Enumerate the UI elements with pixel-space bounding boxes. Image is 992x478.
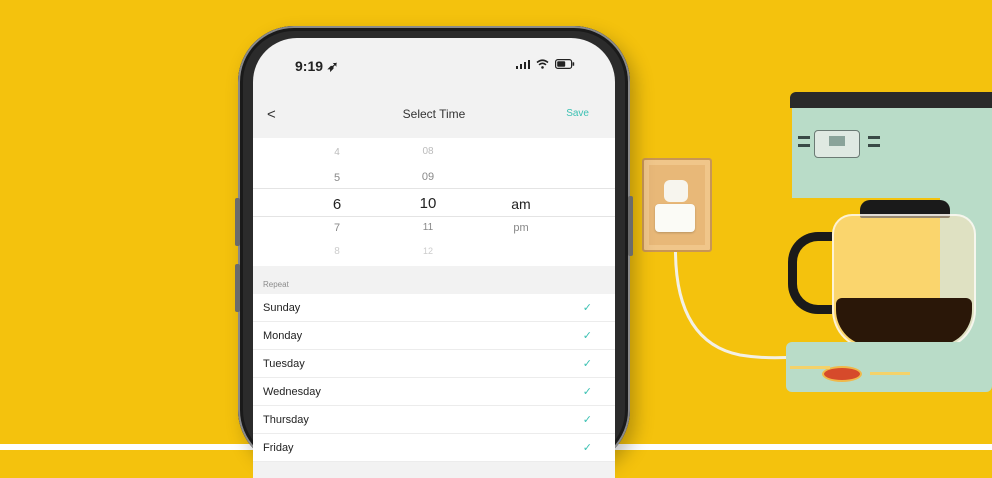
day-name: Tuesday — [263, 358, 305, 370]
check-icon: ✓ — [582, 414, 592, 426]
carafe-coffee — [836, 298, 972, 346]
minute-option[interactable]: 08 — [398, 146, 458, 157]
minute-option[interactable]: 11 — [398, 222, 458, 233]
minute-option[interactable]: 12 — [398, 246, 458, 256]
day-row-monday[interactable]: Monday ✓ — [253, 322, 615, 350]
day-row-sunday[interactable]: Sunday ✓ — [253, 294, 615, 322]
coffee-maker-control-panel — [814, 130, 860, 158]
status-icons — [515, 59, 576, 69]
hour-option[interactable]: 5 — [307, 172, 367, 184]
vent-slot — [868, 136, 880, 139]
signal-icon — [515, 59, 530, 69]
check-icon: ✓ — [582, 302, 592, 314]
period-option[interactable]: pm — [491, 222, 551, 234]
carafe-handle — [788, 232, 832, 314]
day-name: Monday — [263, 330, 303, 342]
day-name: Sunday — [263, 302, 301, 314]
base-stripe — [870, 372, 910, 375]
save-button[interactable]: Save — [566, 108, 589, 119]
day-row-wednesday[interactable]: Wednesday ✓ — [253, 378, 615, 406]
page-title: Select Time — [402, 107, 466, 121]
coffee-maker-display — [829, 136, 845, 146]
minute-option-selected[interactable]: 10 — [398, 195, 458, 212]
hour-option[interactable]: 7 — [307, 222, 367, 234]
smart-plug — [655, 204, 695, 232]
day-name: Thursday — [263, 414, 309, 426]
wall-outlet — [642, 158, 712, 252]
repeat-header: Repeat — [253, 266, 615, 294]
check-icon: ✓ — [582, 330, 592, 342]
repeat-day-list: Sunday ✓ Monday ✓ Tuesday ✓ Wednesday ✓ … — [253, 294, 615, 462]
day-row-friday[interactable]: Friday ✓ — [253, 434, 615, 462]
outlet-socket — [664, 180, 688, 202]
day-name: Friday — [263, 442, 294, 454]
time-picker[interactable]: 4 5 6 7 8 08 09 10 11 12 am pm — [253, 138, 615, 266]
hour-option[interactable]: 4 — [307, 147, 367, 158]
coffee-maker-logo — [800, 112, 872, 120]
base-stripe — [790, 366, 830, 369]
status-time: 9:19 ➶ — [295, 58, 339, 74]
check-icon: ✓ — [582, 386, 592, 398]
hour-option[interactable]: 8 — [307, 246, 367, 257]
check-icon: ✓ — [582, 442, 592, 454]
hour-option-selected[interactable]: 6 — [307, 196, 367, 213]
vent-slot — [798, 144, 810, 147]
day-row-tuesday[interactable]: Tuesday ✓ — [253, 350, 615, 378]
period-wheel[interactable]: am pm — [491, 138, 551, 266]
hour-wheel[interactable]: 4 5 6 7 8 — [307, 138, 367, 266]
volume-button — [235, 264, 240, 312]
coffee-maker — [780, 92, 992, 392]
phone-screen: 9:19 ➶ < Select Time Save 4 5 6 7 8 08 0… — [253, 38, 615, 478]
status-bar: 9:19 ➶ — [253, 38, 615, 84]
volume-button — [235, 198, 240, 246]
minute-option[interactable]: 09 — [398, 171, 458, 183]
coffee-maker-base — [786, 342, 992, 392]
carafe — [832, 214, 976, 350]
day-row-thursday[interactable]: Thursday ✓ — [253, 406, 615, 434]
day-name: Wednesday — [263, 386, 321, 398]
period-option-selected[interactable]: am — [491, 196, 551, 212]
check-icon: ✓ — [582, 358, 592, 370]
coffee-maker-lid — [790, 92, 992, 108]
repeat-label: Repeat — [263, 280, 289, 289]
nav-bar: < Select Time Save — [253, 84, 615, 138]
power-button — [628, 196, 633, 256]
battery-icon — [555, 59, 575, 69]
wifi-icon — [536, 59, 549, 69]
vent-slot — [798, 136, 810, 139]
vent-slot — [868, 144, 880, 147]
phone: 9:19 ➶ < Select Time Save 4 5 6 7 8 08 0… — [235, 26, 633, 478]
minute-wheel[interactable]: 08 09 10 11 12 — [398, 138, 458, 266]
